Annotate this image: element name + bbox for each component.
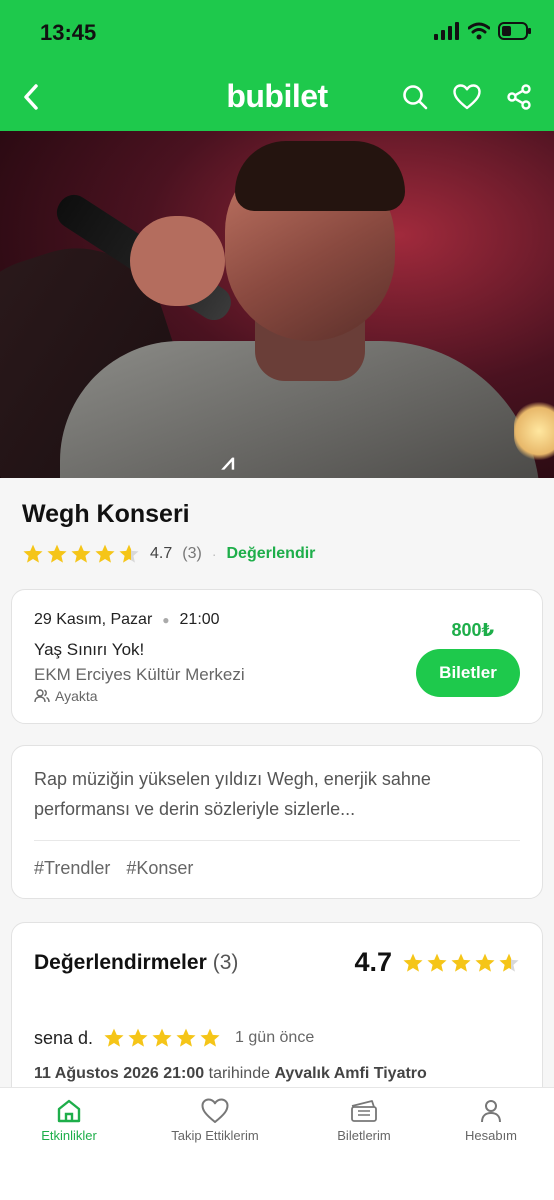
ticket-price: 800₺ [451, 620, 494, 640]
tag-konser[interactable]: #Konser [126, 858, 193, 879]
tag-list: #Trendler #Konser [34, 858, 193, 879]
user-icon [481, 1100, 501, 1123]
event-title: Wegh Konseri [22, 500, 190, 528]
search-button[interactable] [400, 82, 430, 112]
divider [34, 840, 520, 841]
star-half-icon [119, 544, 139, 563]
seating-label: Ayakta [55, 688, 98, 704]
star-icon [152, 1028, 172, 1047]
header-actions [400, 82, 534, 112]
ticket-icon [351, 1100, 377, 1122]
heart-icon [453, 84, 481, 110]
app-header: 13:45 bubilet [0, 0, 554, 131]
status-time: 13:45 [40, 20, 97, 45]
star-icon [403, 953, 423, 972]
review-event-datetime: 11 Ağustos 2026 21:00 [34, 1065, 205, 1082]
star-icon [475, 953, 495, 972]
review-stars [103, 1027, 221, 1049]
session-card[interactable]: 29 Kasım, Pazar ● 21:00 Yaş Sınırı Yok! … [11, 589, 543, 724]
seating-type: Ayakta [34, 688, 98, 704]
tickets-button[interactable]: Biletler [416, 649, 520, 697]
event-hero-image: ⩘ [0, 131, 554, 478]
signal-icon [434, 22, 459, 40]
tab-takip-ettiklerim[interactable]: Takip Ettiklerim [146, 1098, 284, 1143]
search-icon [403, 85, 428, 110]
session-time: 21:00 [179, 611, 220, 628]
battery-icon [498, 22, 531, 40]
description-card: Rap müziğin yükselen yıldızı Wegh, enerj… [11, 745, 543, 899]
tab-label: Takip Ettiklerim [171, 1128, 259, 1143]
review-connector: tarihinde [208, 1065, 270, 1082]
wifi-icon [468, 22, 490, 40]
description-text[interactable]: Rap müziğin yükselen yıldızı Wegh, enerj… [34, 764, 524, 824]
tab-label: Etkinlikler [41, 1128, 97, 1143]
venue-name[interactable]: EKM Erciyes Kültür Merkezi [34, 665, 245, 685]
star-half-icon [499, 953, 519, 972]
rating-stars [22, 543, 140, 565]
review-venue: Ayvalık Amfi Tiyatro [274, 1065, 427, 1082]
rating-count: (3) [182, 545, 202, 562]
shirt-logo: ⩘ [222, 449, 235, 474]
reviews-score-stars [402, 952, 520, 974]
star-icon [23, 544, 43, 563]
review-user: sena d. [34, 1027, 94, 1048]
separator-dot: · [211, 546, 217, 562]
star-icon [47, 544, 67, 563]
reviews-title: Değerlendirmeler (3) [34, 951, 238, 975]
star-icon [176, 1028, 196, 1047]
tab-label: Biletlerim [337, 1128, 391, 1143]
session-date: 29 Kasım, Pazar [34, 611, 153, 628]
star-icon [128, 1028, 148, 1047]
people-icon [34, 689, 50, 703]
separator-dot: ● [162, 613, 170, 627]
tab-hesabim[interactable]: Hesabım [422, 1098, 554, 1143]
star-icon [200, 1028, 220, 1047]
event-rating: 4.7 (3) · Değerlendir [22, 542, 315, 566]
reviews-score-value: 4.7 [354, 947, 392, 977]
rating-value: 4.7 [150, 545, 173, 562]
reviews-card: Değerlendirmeler (3) 4.7 sena d. 1 gün ön… [11, 922, 543, 1112]
review-time: 1 gün önce [235, 1029, 315, 1046]
age-limit: Yaş Sınırı Yok! [34, 640, 145, 659]
tab-etkinlikler[interactable]: Etkinlikler [0, 1098, 138, 1143]
share-button[interactable] [504, 82, 534, 112]
reviews-title-text: Değerlendirmeler [34, 951, 207, 974]
reviews-count: (3) [212, 951, 239, 974]
share-icon [507, 84, 531, 110]
star-icon [95, 544, 115, 563]
heart-icon [201, 1098, 229, 1123]
review-event-info: 11 Ağustos 2026 21:00 tarihinde Ayvalık … [34, 1065, 427, 1083]
tab-biletlerim[interactable]: Biletlerim [295, 1098, 433, 1143]
home-icon [57, 1099, 81, 1123]
star-icon [71, 544, 91, 563]
status-icons [434, 22, 532, 40]
star-icon [451, 953, 471, 972]
reviews-score: 4.7 [354, 947, 520, 978]
tag-trendler[interactable]: #Trendler [34, 858, 110, 879]
favorite-button[interactable] [452, 82, 482, 112]
star-icon [104, 1028, 124, 1047]
session-datetime: 29 Kasım, Pazar ● 21:00 [34, 611, 220, 629]
star-icon [427, 953, 447, 972]
rate-link[interactable]: Değerlendir [226, 545, 315, 563]
tab-label: Hesabım [464, 1128, 518, 1143]
review-item: sena d. 1 gün önce [34, 1027, 314, 1049]
bottom-tab-bar: Etkinlikler Takip Ettiklerim Biletlerim … [0, 1087, 554, 1200]
